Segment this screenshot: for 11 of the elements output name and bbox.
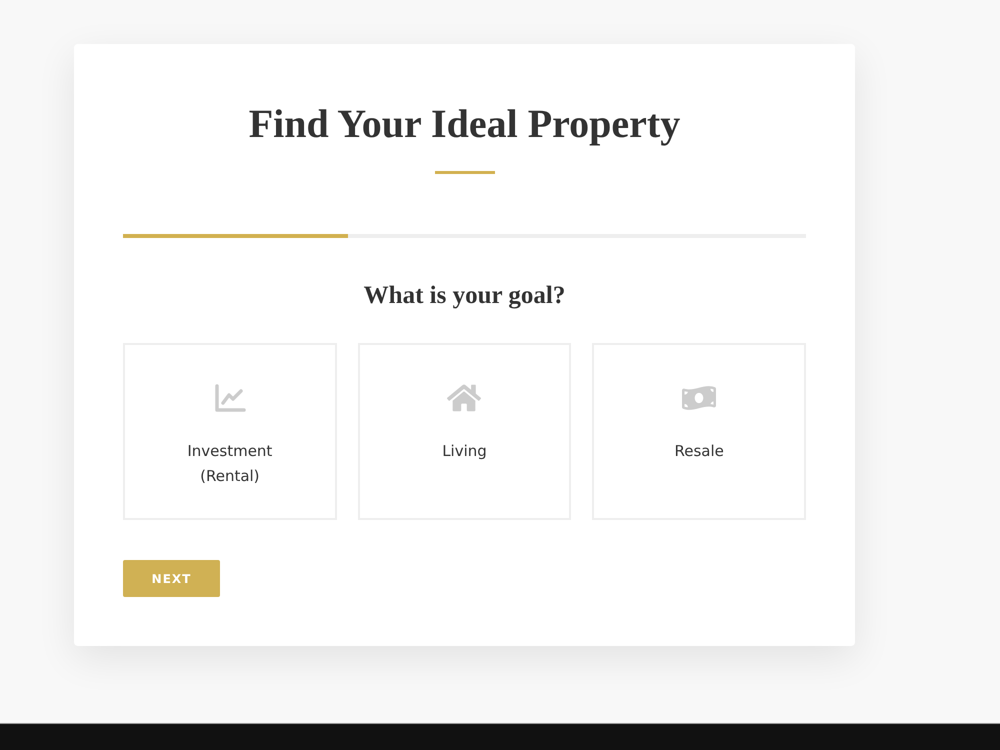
question-text: What is your goal?: [364, 281, 566, 311]
option-card[interactable]: Living: [358, 343, 572, 520]
option-label: Resale: [674, 441, 724, 462]
form-title: Find Your Ideal Property: [248, 100, 680, 148]
option-card[interactable]: Investment (Rental): [123, 343, 337, 520]
house-icon: [447, 382, 482, 414]
option-card[interactable]: Resale: [592, 343, 806, 520]
option-label: Living: [442, 441, 487, 462]
line-chart-icon: [212, 382, 247, 414]
option-label: Investment (Rental): [186, 441, 274, 487]
title-underline: [434, 171, 494, 174]
